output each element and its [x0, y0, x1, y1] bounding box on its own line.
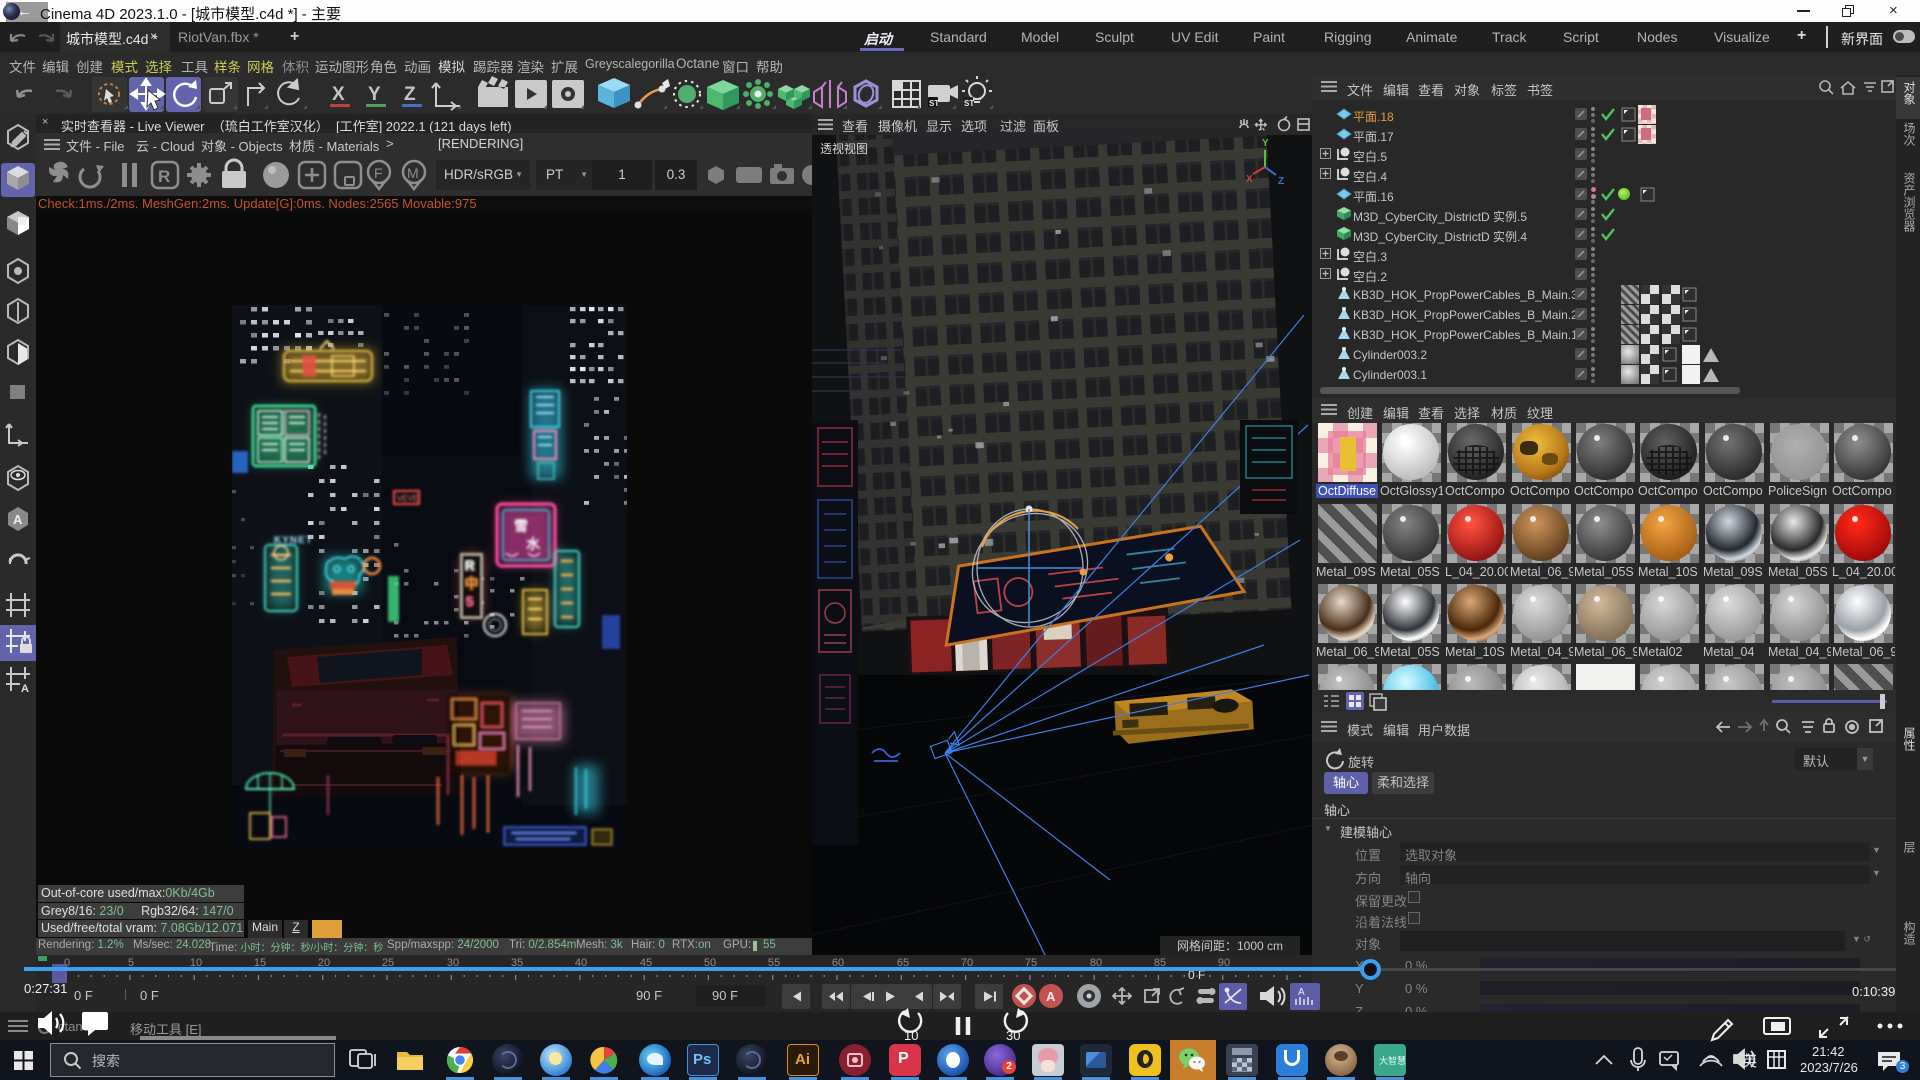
svg-text:R: R: [465, 558, 475, 573]
svg-text:F: F: [374, 165, 383, 181]
svg-text:R: R: [158, 167, 170, 186]
svg-text:水: 水: [526, 536, 541, 552]
svg-text:雪: 雪: [514, 518, 528, 534]
svg-text:Y: Y: [1262, 138, 1269, 149]
svg-text:ST: ST: [964, 99, 974, 108]
svg-text:A: A: [1046, 989, 1056, 1004]
svg-text:X: X: [1246, 174, 1253, 185]
svg-text:Z: Z: [1278, 176, 1284, 187]
svg-text:Y: Y: [368, 84, 381, 105]
svg-text:VEVE: VEVE: [397, 494, 418, 503]
svg-text:A: A: [1298, 987, 1305, 998]
svg-text:ST: ST: [929, 99, 939, 108]
svg-text:X: X: [332, 84, 345, 105]
svg-text:A: A: [21, 683, 29, 695]
svg-text:A: A: [13, 512, 23, 527]
svg-text:Z: Z: [404, 84, 416, 105]
svg-text:英: 英: [1742, 1052, 1757, 1070]
svg-text:M: M: [407, 165, 419, 181]
svg-text:中: 中: [465, 576, 478, 591]
svg-text:5: 5: [466, 594, 473, 609]
